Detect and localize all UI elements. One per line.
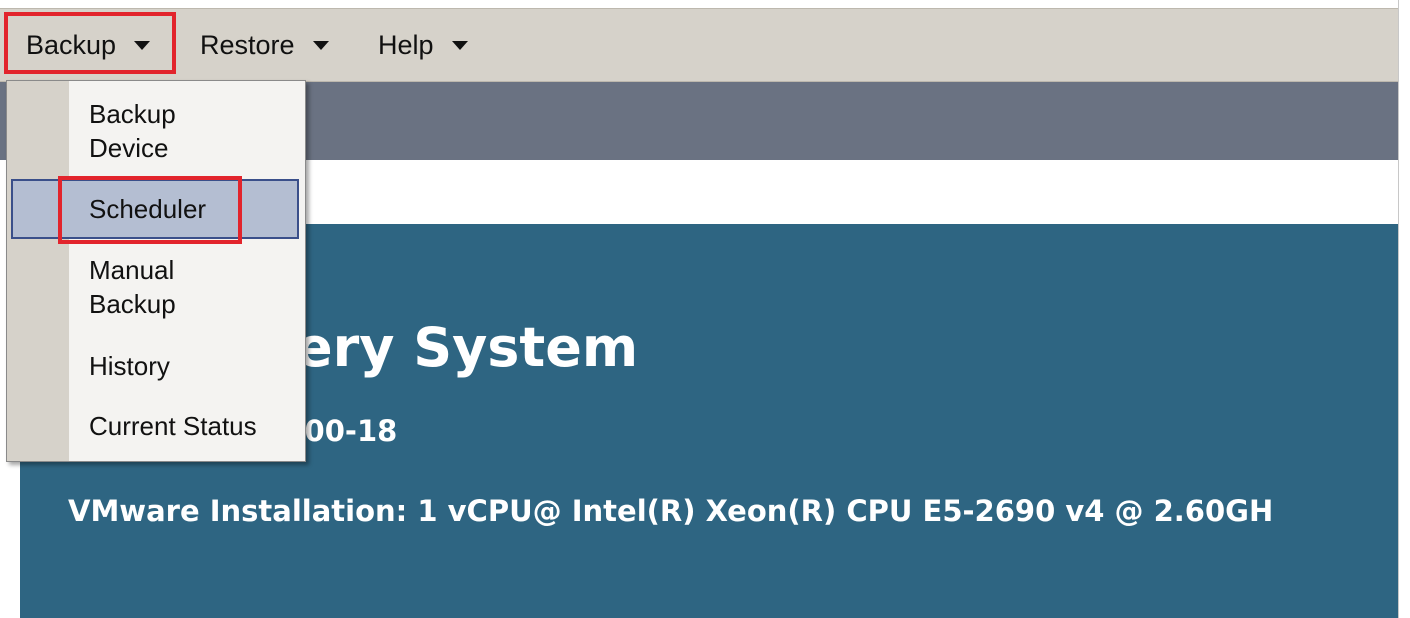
app-window: Backup Restore Help r Recovery System on…: [0, 0, 1399, 618]
backup-dropdown-menu: Backup Device Scheduler Manual Backup Hi…: [6, 80, 306, 462]
menu-item-manual-backup[interactable]: Manual Backup: [89, 253, 294, 321]
menu-item-label: Backup: [89, 99, 176, 129]
highlight-annotation-backup: [4, 12, 176, 74]
menu-gutter: [7, 81, 69, 461]
menu-item-backup-device[interactable]: Backup Device: [89, 97, 294, 165]
caret-down-icon: [312, 40, 329, 50]
installation-info: VMware Installation: 1 vCPU@ Intel(R) Xe…: [68, 494, 1274, 528]
menu-bar: Backup Restore Help: [0, 8, 1398, 82]
menu-item-current-status[interactable]: Current Status: [89, 409, 294, 443]
caret-down-icon: [451, 40, 468, 50]
highlight-annotation-scheduler: [58, 176, 242, 244]
menu-item-label: Backup: [89, 289, 176, 319]
menu-help[interactable]: Help: [378, 9, 468, 81]
menu-item-label: Device: [89, 133, 169, 163]
menu-item-label: Current Status: [89, 411, 257, 441]
menu-restore[interactable]: Restore: [200, 9, 329, 81]
menu-restore-label: Restore: [200, 29, 295, 60]
menu-item-history[interactable]: History: [89, 349, 294, 383]
menu-item-label: History: [89, 351, 170, 381]
menu-item-label: Manual: [89, 255, 175, 285]
menu-help-label: Help: [378, 29, 434, 60]
